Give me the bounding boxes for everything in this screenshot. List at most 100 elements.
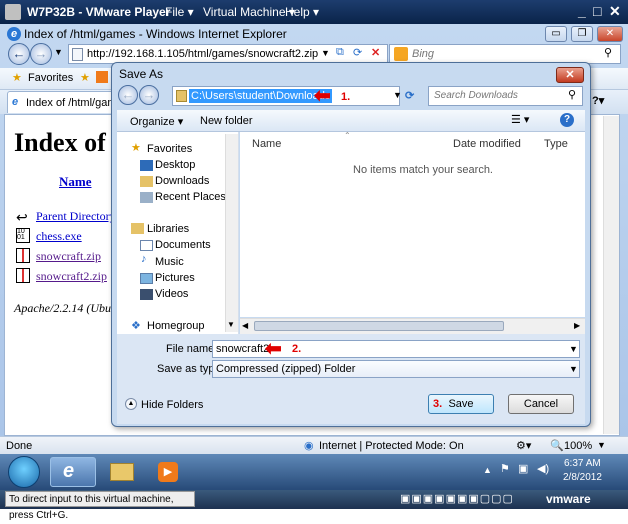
videos-icon	[140, 289, 153, 300]
ie-restore-button[interactable]: ❐	[571, 26, 593, 42]
close-icon[interactable]: ✕	[609, 3, 621, 20]
save-type-dropdown-icon[interactable]: ▼	[569, 364, 578, 374]
stop-icon[interactable]: ✕	[371, 46, 380, 59]
address-text: http://192.168.1.105/html/games/snowcraf…	[87, 48, 319, 60]
desktop-icon	[140, 160, 153, 171]
save-button[interactable]: 3. Save	[428, 394, 494, 414]
server-signature: Apache/2.2.14 (Ubu	[14, 301, 111, 315]
dialog-search-box[interactable]: Search Downloads ⚲	[428, 86, 583, 106]
cancel-button[interactable]: Cancel	[508, 394, 574, 414]
dialog-refresh-icon[interactable]: ⟳	[405, 89, 414, 102]
suggested-sites-icon[interactable]	[96, 71, 108, 83]
zoom-level[interactable]: 100%	[564, 440, 592, 452]
menu-file[interactable]: File ▾	[165, 5, 194, 19]
chess-exe-link[interactable]: chess.exe	[36, 229, 82, 244]
refresh-icon[interactable]: ⟳	[353, 46, 362, 59]
minimize-icon[interactable]: _	[578, 3, 586, 19]
scroll-right-icon[interactable]: ▶	[574, 321, 580, 330]
file-list-hscrollbar[interactable]: ◀ ▶	[240, 318, 585, 334]
column-type-header[interactable]: Type	[544, 138, 568, 150]
nav-libraries[interactable]: Libraries	[147, 223, 189, 235]
taskbar-media-button[interactable]: ▶	[148, 457, 194, 487]
history-dropdown-icon[interactable]: ▼	[54, 47, 63, 57]
dialog-close-button[interactable]: ✕	[556, 67, 584, 83]
menu-help[interactable]: Help ▾	[285, 5, 319, 19]
annotation-step-2: 2.	[292, 343, 302, 355]
dialog-path-bar[interactable]: C:\Users\student\Downloads ▼	[172, 86, 402, 106]
nav-pane-scrollbar[interactable]	[225, 134, 238, 332]
network-icon[interactable]: ▣	[518, 462, 528, 475]
vmware-brand: vmware	[546, 492, 591, 506]
vmware-window-title: W7P32B - VMware Player	[27, 5, 171, 19]
views-icon[interactable]: ☰ ▾	[511, 113, 529, 126]
organize-button[interactable]: Organize ▾	[130, 115, 183, 128]
ie-minimize-button[interactable]: ▭	[545, 26, 567, 42]
action-center-icon[interactable]: ⚑	[500, 462, 510, 475]
address-dropdown-icon[interactable]: ▼	[321, 48, 330, 58]
nav-recent-places[interactable]: Recent Places	[155, 191, 226, 203]
search-icon[interactable]: ⚲	[604, 46, 612, 59]
ie-status-bar: Done ◉ Internet | Protected Mode: On ⚙▾ …	[0, 436, 628, 454]
zoom-icon[interactable]: 🔍	[550, 439, 564, 452]
dialog-back-button[interactable]: ←	[118, 85, 138, 105]
clock-time[interactable]: 6:37 AM	[564, 458, 601, 469]
compat-view-icon[interactable]: ⧉	[336, 46, 344, 59]
scroll-left-icon[interactable]: ◀	[242, 321, 248, 330]
nav-desktop[interactable]: Desktop	[155, 159, 195, 171]
help-icon[interactable]: ?	[560, 113, 574, 127]
nav-scroll-down-icon[interactable]: ▼	[227, 320, 235, 329]
zip-icon	[16, 248, 30, 263]
recent-places-icon	[140, 192, 153, 203]
security-zone[interactable]: Internet | Protected Mode: On	[319, 440, 464, 452]
protected-mode-icon[interactable]: ⚙▾	[516, 439, 531, 452]
clock-date[interactable]: 2/8/2012	[563, 472, 602, 483]
globe-icon: ◉	[304, 440, 314, 452]
search-icon[interactable]: ⚲	[568, 88, 576, 101]
zip-icon	[16, 268, 30, 283]
nav-documents[interactable]: Documents	[155, 239, 211, 251]
favorites-button[interactable]: Favorites	[28, 72, 73, 84]
nav-music[interactable]: Music	[155, 256, 184, 268]
zoom-dropdown-icon[interactable]: ▼	[597, 440, 606, 450]
forward-button[interactable]: →	[30, 43, 52, 65]
back-button[interactable]: ←	[8, 43, 30, 65]
parent-directory-link[interactable]: Parent Directory	[36, 209, 116, 224]
taskbar-explorer-button[interactable]	[100, 457, 146, 487]
hide-folders-icon[interactable]: ▲	[125, 398, 137, 410]
snowcraft2-zip-link[interactable]: snowcraft2.zip	[36, 269, 107, 284]
add-favorite-icon[interactable]: ★	[80, 71, 90, 84]
page-scrollbar[interactable]	[603, 116, 619, 434]
name-column-link[interactable]: Name	[59, 174, 92, 190]
path-dropdown-icon[interactable]: ▼	[393, 90, 402, 100]
empty-list-message: No items match your search.	[353, 164, 493, 176]
maximize-icon[interactable]: □	[593, 3, 601, 19]
nav-downloads[interactable]: Downloads	[155, 175, 209, 187]
save-type-select[interactable]: Compressed (zipped) Folder ▼	[212, 360, 580, 378]
tab-current[interactable]: e Index of /html/games	[7, 91, 117, 113]
taskbar-ie-button[interactable]: e	[50, 457, 96, 487]
hide-folders-button[interactable]: Hide Folders	[141, 399, 203, 411]
dialog-forward-button[interactable]: →	[139, 85, 159, 105]
binary-icon: 10 01	[16, 228, 30, 243]
column-name-header[interactable]: Name	[252, 138, 281, 150]
address-bar[interactable]: http://192.168.1.105/html/games/snowcraf…	[68, 44, 388, 64]
volume-icon[interactable]: ◀)	[537, 462, 549, 475]
new-folder-button[interactable]: New folder	[200, 115, 253, 127]
menu-virtual-machine[interactable]: Virtual Machine ▾	[203, 5, 295, 19]
scroll-thumb[interactable]	[254, 321, 504, 331]
nav-videos[interactable]: Videos	[155, 288, 188, 300]
search-placeholder: Bing	[412, 48, 435, 60]
file-name-dropdown-icon[interactable]: ▼	[569, 344, 578, 354]
help-icon[interactable]: ?▾	[592, 94, 604, 107]
ie-close-button[interactable]: ✕	[597, 26, 623, 42]
ie-logo-icon: e	[7, 27, 21, 41]
snowcraft-zip-link[interactable]: snowcraft.zip	[36, 249, 101, 264]
show-hidden-icons[interactable]: ▲	[483, 465, 492, 475]
nav-pictures[interactable]: Pictures	[155, 272, 195, 284]
column-date-header[interactable]: Date modified	[453, 138, 521, 150]
nav-homegroup[interactable]: Homegroup	[147, 320, 204, 332]
device-icons[interactable]: ▣▣▣▣▣▣▣▢▢▢	[400, 492, 514, 505]
start-button[interactable]	[8, 456, 40, 488]
nav-favorites[interactable]: Favorites	[147, 143, 192, 155]
search-box[interactable]: Bing ⚲	[389, 44, 621, 64]
